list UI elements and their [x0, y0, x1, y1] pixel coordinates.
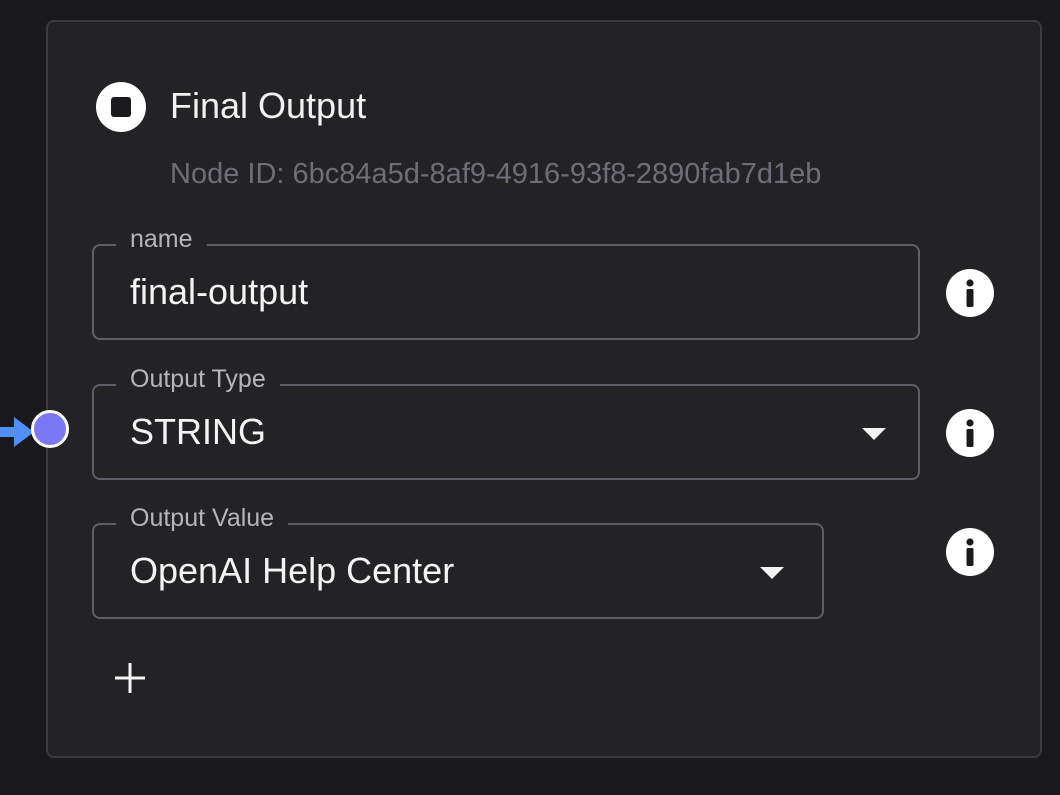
chevron-down-icon[interactable] — [760, 567, 784, 579]
input-handle[interactable] — [31, 410, 69, 448]
name-field[interactable]: name final-output — [92, 222, 920, 340]
name-field-value[interactable]: final-output — [130, 270, 308, 314]
workflow-canvas: Final Output Node ID: 6bc84a5d-8af9-4916… — [0, 0, 1060, 795]
info-icon[interactable] — [946, 269, 994, 317]
node-title: Final Output — [170, 85, 367, 126]
plus-icon — [115, 663, 145, 693]
output-value-value[interactable]: OpenAI Help Center — [130, 549, 454, 593]
info-icon[interactable] — [946, 528, 994, 576]
chevron-down-icon[interactable] — [862, 428, 886, 440]
output-type-label: Output Type — [116, 362, 280, 396]
output-value-select[interactable]: Output Value OpenAI Help Center — [92, 501, 824, 619]
output-value-label: Output Value — [116, 501, 289, 535]
info-icon[interactable] — [946, 409, 994, 457]
add-output-button[interactable] — [110, 658, 150, 698]
final-output-node[interactable]: Final Output Node ID: 6bc84a5d-8af9-4916… — [46, 20, 1042, 758]
stop-icon — [96, 82, 146, 132]
output-type-select[interactable]: Output Type STRING — [92, 362, 920, 480]
output-type-value[interactable]: STRING — [130, 410, 266, 454]
node-id: Node ID: 6bc84a5d-8af9-4916-93f8-2890fab… — [170, 158, 822, 190]
name-field-label: name — [116, 222, 207, 256]
